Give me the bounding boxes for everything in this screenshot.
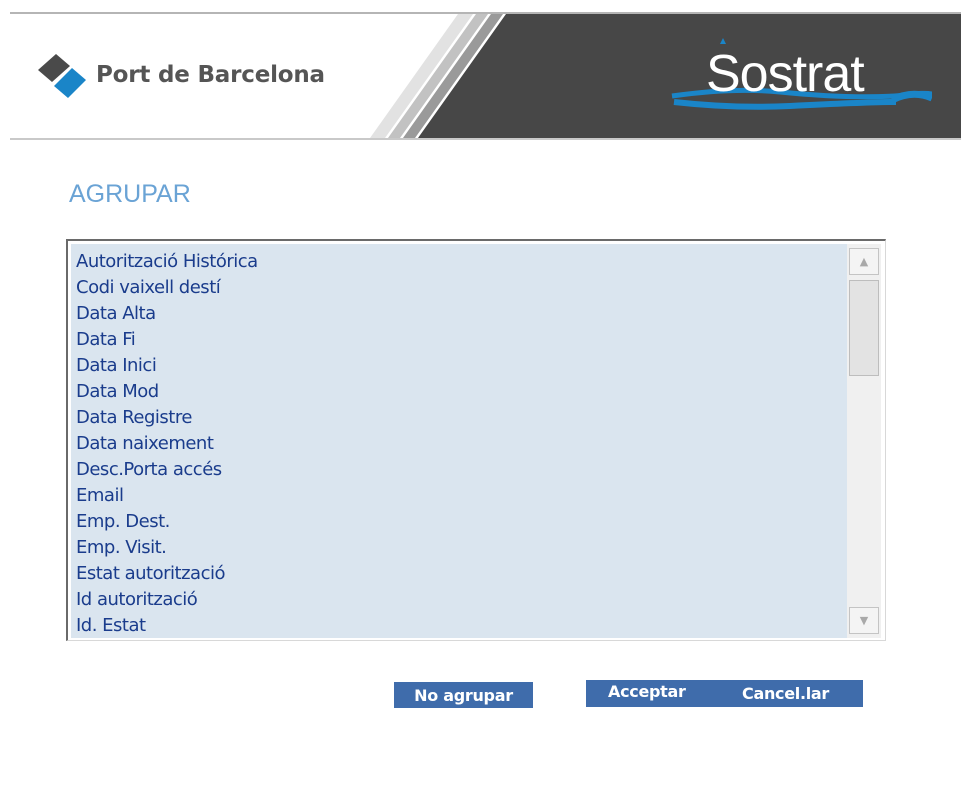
group-field-listbox[interactable]: Autorització Histórica Codi vaixell dest…: [66, 239, 886, 641]
scroll-down-arrow-icon[interactable]: ▼: [849, 607, 879, 634]
listbox-items[interactable]: Autorització Histórica Codi vaixell dest…: [71, 244, 847, 638]
list-item[interactable]: Emp. Visit.: [71, 535, 847, 561]
list-item[interactable]: Id. Estat: [71, 613, 847, 638]
scrollbar-thumb[interactable]: [849, 280, 879, 376]
cancelar-button[interactable]: Cancel.lar: [742, 682, 829, 706]
brand-name: Port de Barcelona: [96, 62, 325, 88]
listbox-scrollbar[interactable]: ▲ ▼: [847, 244, 881, 638]
list-item[interactable]: Data Mod: [71, 379, 847, 405]
app-logo-text: Sostrat: [706, 45, 865, 103]
app-header: Port de Barcelona Sostrat: [10, 14, 961, 140]
page-title: AGRUPAR: [69, 180, 191, 208]
list-item[interactable]: Data Registre: [71, 405, 847, 431]
list-item[interactable]: Emp. Dest.: [71, 509, 847, 535]
list-item[interactable]: Email: [71, 483, 847, 509]
no-agrupar-button[interactable]: No agrupar: [394, 682, 533, 708]
list-item[interactable]: Estat autorització: [71, 561, 847, 587]
accept-cancel-button-group: Acceptar Cancel.lar: [586, 680, 863, 707]
list-item[interactable]: Data Alta: [71, 301, 847, 327]
scroll-up-arrow-icon[interactable]: ▲: [849, 248, 879, 275]
port-de-barcelona-logo-icon: [38, 54, 86, 98]
sostrat-logo: Sostrat: [671, 38, 932, 110]
list-item[interactable]: Codi vaixell destí: [71, 275, 847, 301]
list-item[interactable]: Id autorització: [71, 587, 847, 613]
list-item[interactable]: Desc.Porta accés: [71, 457, 847, 483]
list-item[interactable]: Autorització Histórica: [71, 249, 847, 275]
list-item[interactable]: Data Inici: [71, 353, 847, 379]
acceptar-button[interactable]: Acceptar: [608, 680, 686, 704]
list-item[interactable]: Data Fi: [71, 327, 847, 353]
list-item[interactable]: Data naixement: [71, 431, 847, 457]
